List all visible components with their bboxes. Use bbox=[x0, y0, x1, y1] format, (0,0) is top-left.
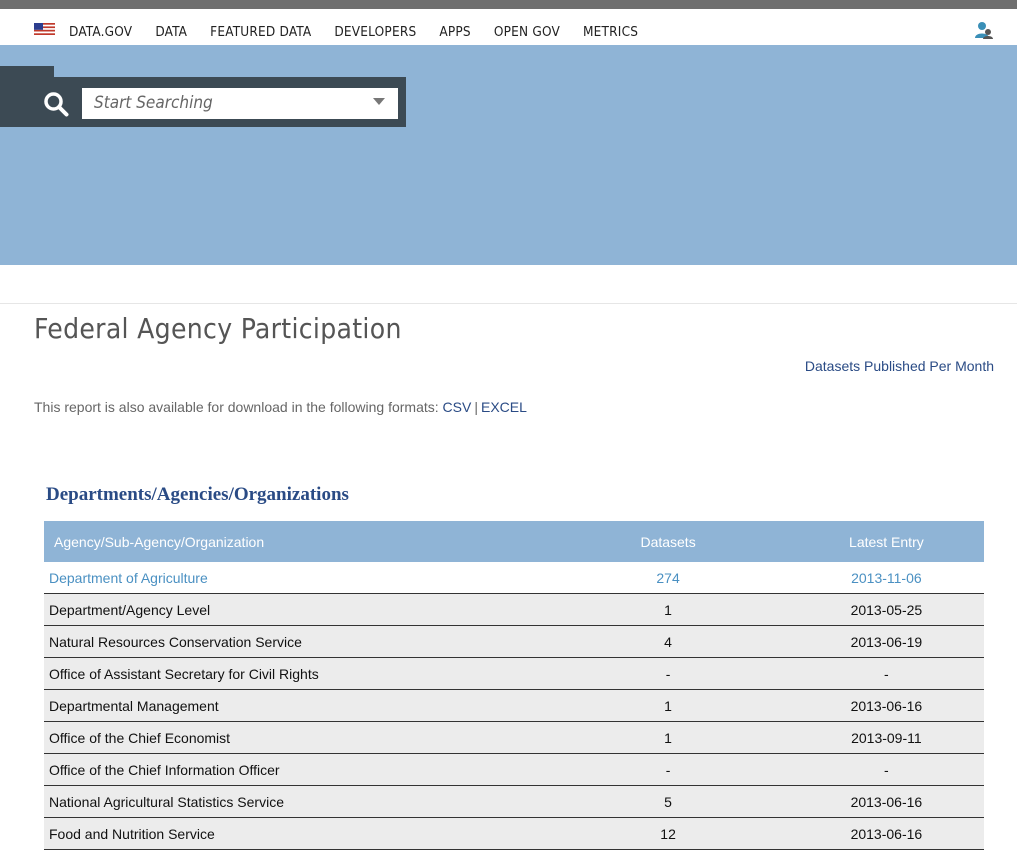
sub-agency-name: Food and Nutrition Service bbox=[44, 817, 548, 850]
search-icon[interactable] bbox=[43, 91, 69, 117]
page-title: Federal Agency Participation bbox=[34, 312, 402, 345]
header-agency[interactable]: Agency/Sub-Agency/Organization bbox=[44, 521, 548, 562]
search-input[interactable] bbox=[82, 88, 398, 119]
department-link[interactable]: Department of Agriculture bbox=[49, 570, 208, 586]
latest-entry: - bbox=[788, 753, 984, 786]
format-separator: | bbox=[474, 399, 478, 415]
table-row: Department of Agriculture 274 2013-11-06 bbox=[44, 562, 984, 594]
table-row: Natural Resources Conservation Service 4… bbox=[44, 625, 984, 658]
nav-item-data[interactable]: DATA bbox=[155, 24, 187, 40]
header-latest-entry[interactable]: Latest Entry bbox=[788, 521, 984, 562]
nav-item-metrics[interactable]: METRICS bbox=[583, 24, 638, 40]
latest-entry: - bbox=[788, 657, 984, 690]
datasets-count: 4 bbox=[547, 625, 789, 658]
header-datasets[interactable]: Datasets bbox=[547, 521, 789, 562]
table-row: Office of Assistant Secretary for Civil … bbox=[44, 657, 984, 690]
sub-agency-name: National Agricultural Statistics Service bbox=[44, 785, 548, 818]
download-text: This report is also available for downlo… bbox=[34, 399, 439, 415]
agency-table: Agency/Sub-Agency/Organization Datasets … bbox=[44, 521, 984, 850]
us-flag-icon bbox=[34, 23, 55, 35]
sub-agency-name: Office of the Chief Economist bbox=[44, 721, 548, 754]
table-row: Office of the Chief Information Officer … bbox=[44, 753, 984, 786]
table-row: Departmental Management 1 2013-06-16 bbox=[44, 689, 984, 722]
divider bbox=[0, 303, 1017, 304]
table-row: Food and Nutrition Service 12 2013-06-16 bbox=[44, 817, 984, 850]
hero-banner bbox=[0, 45, 1017, 265]
latest-entry: 2013-06-16 bbox=[788, 817, 984, 850]
sub-agency-name: Department/Agency Level bbox=[44, 593, 548, 626]
section-title: Departments/Agencies/Organizations bbox=[46, 484, 349, 505]
nav-item-datagov[interactable]: DATA.GOV bbox=[69, 24, 132, 40]
table-header-row: Agency/Sub-Agency/Organization Datasets … bbox=[44, 521, 984, 562]
top-nav: DATA.GOV DATA FEATURED DATA DEVELOPERS A… bbox=[0, 9, 1017, 45]
download-formats: This report is also available for downlo… bbox=[34, 399, 527, 415]
datasets-count: - bbox=[547, 657, 789, 690]
sub-agency-name: Natural Resources Conservation Service bbox=[44, 625, 548, 658]
latest-entry: 2013-06-19 bbox=[788, 625, 984, 658]
table-row: Office of the Chief Economist 1 2013-09-… bbox=[44, 721, 984, 754]
chevron-down-icon[interactable] bbox=[373, 98, 385, 105]
datasets-count: 1 bbox=[547, 721, 789, 754]
nav-menu: DATA.GOV DATA FEATURED DATA DEVELOPERS A… bbox=[69, 24, 661, 40]
table-row: Department/Agency Level 1 2013-05-25 bbox=[44, 593, 984, 626]
nav-item-apps[interactable]: APPS bbox=[439, 24, 470, 40]
top-strip bbox=[0, 0, 1017, 9]
datasets-count: 5 bbox=[547, 785, 789, 818]
nav-item-featured-data[interactable]: FEATURED DATA bbox=[210, 24, 311, 40]
latest-entry: 2013-05-25 bbox=[788, 593, 984, 626]
sub-agency-name: Departmental Management bbox=[44, 689, 548, 722]
csv-link[interactable]: CSV bbox=[443, 399, 472, 415]
nav-item-developers[interactable]: DEVELOPERS bbox=[334, 24, 416, 40]
datasets-per-month-link[interactable]: Datasets Published Per Month bbox=[805, 358, 994, 374]
table-row: National Agricultural Statistics Service… bbox=[44, 785, 984, 818]
datasets-count: 12 bbox=[547, 817, 789, 850]
datasets-count: 1 bbox=[547, 689, 789, 722]
nav-item-open-gov[interactable]: OPEN GOV bbox=[494, 24, 560, 40]
latest-entry-link[interactable]: 2013-11-06 bbox=[851, 570, 922, 586]
sub-agency-name: Office of the Chief Information Officer bbox=[44, 753, 548, 786]
latest-entry: 2013-09-11 bbox=[788, 721, 984, 754]
user-icon[interactable] bbox=[974, 21, 994, 39]
sub-agency-name: Office of Assistant Secretary for Civil … bbox=[44, 657, 548, 690]
latest-entry: 2013-06-16 bbox=[788, 689, 984, 722]
latest-entry: 2013-06-16 bbox=[788, 785, 984, 818]
datasets-count-link[interactable]: 274 bbox=[656, 570, 679, 586]
datasets-count: - bbox=[547, 753, 789, 786]
datasets-count: 1 bbox=[547, 593, 789, 626]
excel-link[interactable]: EXCEL bbox=[481, 399, 527, 415]
